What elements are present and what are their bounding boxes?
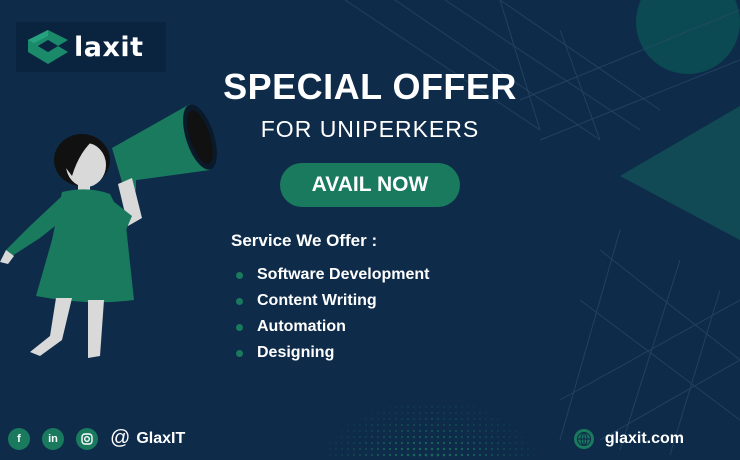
services-list: Software Development Content Writing Aut… (236, 262, 429, 366)
list-item: Software Development (236, 262, 429, 288)
avail-now-button[interactable]: AVAIL NOW (280, 163, 460, 207)
social-handle[interactable]: GlaxIT (136, 430, 185, 448)
bullet-icon (236, 297, 243, 305)
service-label: Designing (257, 344, 335, 361)
bullet-icon (236, 349, 243, 357)
linkedin-icon[interactable]: in (42, 427, 64, 450)
service-label: Software Development (257, 266, 430, 283)
subheadline: FOR UNIPERKERS (260, 116, 480, 142)
service-label: Content Writing (257, 292, 377, 309)
promo-banner: laxit SPECIAL OFFER FOR UNIPERKERS AVAIL… (0, 0, 740, 460)
social-links: f in @ GlaxIT (8, 427, 185, 450)
bullet-icon (236, 323, 243, 331)
list-item: Designing (236, 340, 429, 366)
website-link[interactable]: glaxit.com (573, 428, 684, 450)
instagram-icon[interactable] (76, 427, 98, 450)
at-icon: @ (110, 427, 131, 449)
bullet-icon (236, 271, 243, 279)
services-title: Service We Offer : (231, 231, 378, 250)
website-url[interactable]: glaxit.com (605, 430, 684, 448)
service-label: Automation (257, 318, 346, 335)
facebook-icon[interactable]: f (8, 427, 30, 450)
globe-icon (573, 429, 594, 449)
list-item: Content Writing (236, 288, 429, 314)
headline: SPECIAL OFFER (223, 66, 517, 107)
list-item: Automation (236, 314, 429, 340)
